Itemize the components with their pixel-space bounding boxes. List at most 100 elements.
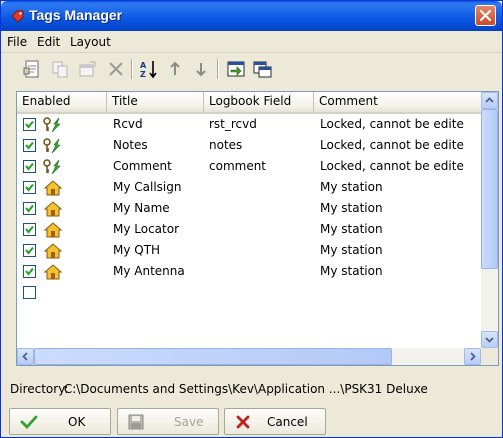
toolbar: A Z bbox=[1, 53, 502, 83]
table-row[interactable]: Rcvd rst_rcvd Locked, cannot be edite bbox=[17, 114, 482, 135]
checkmark-icon bbox=[25, 120, 34, 129]
station-icon bbox=[43, 243, 63, 259]
row-logbook-field: comment bbox=[209, 159, 267, 173]
row-comment: Locked, cannot be edite bbox=[320, 138, 464, 152]
move-up-button[interactable] bbox=[164, 58, 186, 80]
table-row[interactable]: My Callsign My station bbox=[17, 177, 482, 198]
row-title: Rcvd bbox=[113, 117, 143, 131]
enabled-checkbox[interactable] bbox=[23, 286, 36, 299]
new-tag-button[interactable] bbox=[21, 58, 43, 80]
sort-az-icon: A Z bbox=[140, 61, 157, 79]
checkmark-icon bbox=[25, 246, 34, 255]
row-title: My QTH bbox=[113, 243, 161, 257]
directory-path: C:\Documents and Settings\Kev\Applicatio… bbox=[63, 382, 428, 396]
button-bar: OK Save Cancel bbox=[1, 405, 502, 437]
scroll-left-button[interactable] bbox=[17, 348, 34, 365]
table-row[interactable]: My Antenna My station bbox=[17, 261, 482, 282]
column-enabled[interactable]: Enabled bbox=[17, 92, 107, 112]
save-as-button[interactable] bbox=[251, 58, 273, 80]
cancel-x-icon bbox=[236, 415, 250, 429]
checkmark-icon bbox=[20, 415, 38, 430]
cancel-label: Cancel bbox=[267, 415, 308, 429]
scroll-right-button[interactable] bbox=[464, 348, 481, 365]
ok-label: OK bbox=[68, 415, 86, 429]
title-bar[interactable]: Tags Manager bbox=[1, 1, 502, 31]
enabled-checkbox[interactable] bbox=[23, 139, 36, 152]
move-down-icon bbox=[196, 63, 206, 77]
save-button[interactable]: Save bbox=[117, 408, 219, 435]
enabled-checkbox[interactable] bbox=[23, 223, 36, 236]
scroll-up-button[interactable] bbox=[481, 92, 498, 109]
table-row-partial[interactable] bbox=[17, 282, 482, 303]
save-as-icon bbox=[253, 61, 272, 78]
delete-icon bbox=[109, 62, 123, 76]
table-row[interactable]: My Name My station bbox=[17, 198, 482, 219]
locked-tag-icon bbox=[43, 138, 61, 154]
vertical-scrollbar[interactable] bbox=[481, 92, 498, 348]
enabled-checkbox[interactable] bbox=[23, 244, 36, 257]
enabled-checkbox[interactable] bbox=[23, 265, 36, 278]
row-comment: My station bbox=[320, 201, 383, 215]
menu-bar: File Edit Layout bbox=[1, 32, 502, 53]
menu-layout[interactable]: Layout bbox=[70, 35, 111, 49]
checkmark-icon bbox=[25, 267, 34, 276]
chevron-up-icon bbox=[485, 97, 494, 103]
copy-tag-button[interactable] bbox=[49, 58, 71, 80]
column-comment[interactable]: Comment bbox=[314, 92, 482, 112]
station-icon bbox=[43, 201, 63, 217]
copy-tag-icon bbox=[52, 61, 68, 78]
directory-line: Directory: C:\Documents and Settings\Kev… bbox=[10, 382, 500, 396]
close-icon bbox=[479, 9, 492, 22]
directory-label: Directory: bbox=[10, 382, 69, 396]
chevron-left-icon bbox=[22, 352, 28, 361]
enabled-checkbox[interactable] bbox=[23, 118, 36, 131]
toolbar-separator bbox=[131, 59, 133, 79]
ok-button[interactable]: OK bbox=[9, 408, 111, 435]
close-button[interactable] bbox=[475, 5, 496, 26]
enabled-checkbox[interactable] bbox=[23, 181, 36, 194]
horizontal-scroll-thumb[interactable] bbox=[34, 348, 392, 365]
scroll-down-button[interactable] bbox=[481, 331, 498, 348]
menu-edit[interactable]: Edit bbox=[37, 35, 60, 49]
column-title[interactable]: Title bbox=[107, 92, 204, 112]
enabled-checkbox[interactable] bbox=[23, 202, 36, 215]
load-icon bbox=[227, 61, 245, 77]
toolbar-separator bbox=[217, 59, 219, 79]
load-button[interactable] bbox=[225, 58, 247, 80]
tags-list[interactable]: Enabled Title Logbook Field Comment Rcvd… bbox=[16, 91, 499, 366]
locked-tag-icon bbox=[43, 159, 61, 175]
edit-tag-button[interactable] bbox=[77, 58, 99, 80]
menu-file[interactable]: File bbox=[7, 35, 27, 49]
svg-text:Z: Z bbox=[140, 70, 146, 79]
tags-manager-window: Tags Manager File Edit Layout A Z Enable… bbox=[0, 0, 503, 438]
row-comment: My station bbox=[320, 243, 383, 257]
cancel-button[interactable]: Cancel bbox=[224, 408, 326, 435]
horizontal-scrollbar[interactable] bbox=[17, 348, 481, 365]
enabled-checkbox[interactable] bbox=[23, 160, 36, 173]
row-title: My Antenna bbox=[113, 264, 185, 278]
table-row[interactable]: My Locator My station bbox=[17, 219, 482, 240]
new-tag-icon bbox=[23, 60, 39, 78]
column-logbook-field[interactable]: Logbook Field bbox=[204, 92, 314, 112]
checkmark-icon bbox=[25, 183, 34, 192]
locked-tag-icon bbox=[43, 117, 61, 133]
station-icon bbox=[43, 180, 63, 196]
edit-tag-icon bbox=[79, 61, 96, 77]
delete-button[interactable] bbox=[105, 58, 127, 80]
checkmark-icon bbox=[25, 162, 34, 171]
vertical-scroll-thumb[interactable] bbox=[481, 109, 498, 269]
row-comment: My station bbox=[320, 264, 383, 278]
save-label: Save bbox=[174, 415, 204, 429]
chevron-down-icon bbox=[485, 337, 494, 343]
window-title: Tags Manager bbox=[29, 7, 123, 23]
station-icon bbox=[43, 222, 63, 238]
table-row[interactable]: Notes notes Locked, cannot be edite bbox=[17, 135, 482, 156]
checkmark-icon bbox=[25, 204, 34, 213]
table-row[interactable]: My QTH My station bbox=[17, 240, 482, 261]
station-icon bbox=[43, 264, 63, 280]
app-icon bbox=[11, 10, 24, 23]
move-down-button[interactable] bbox=[190, 58, 212, 80]
list-header: Enabled Title Logbook Field Comment bbox=[17, 92, 482, 114]
table-row[interactable]: Comment comment Locked, cannot be edite bbox=[17, 156, 482, 177]
sort-button[interactable]: A Z bbox=[138, 58, 160, 80]
